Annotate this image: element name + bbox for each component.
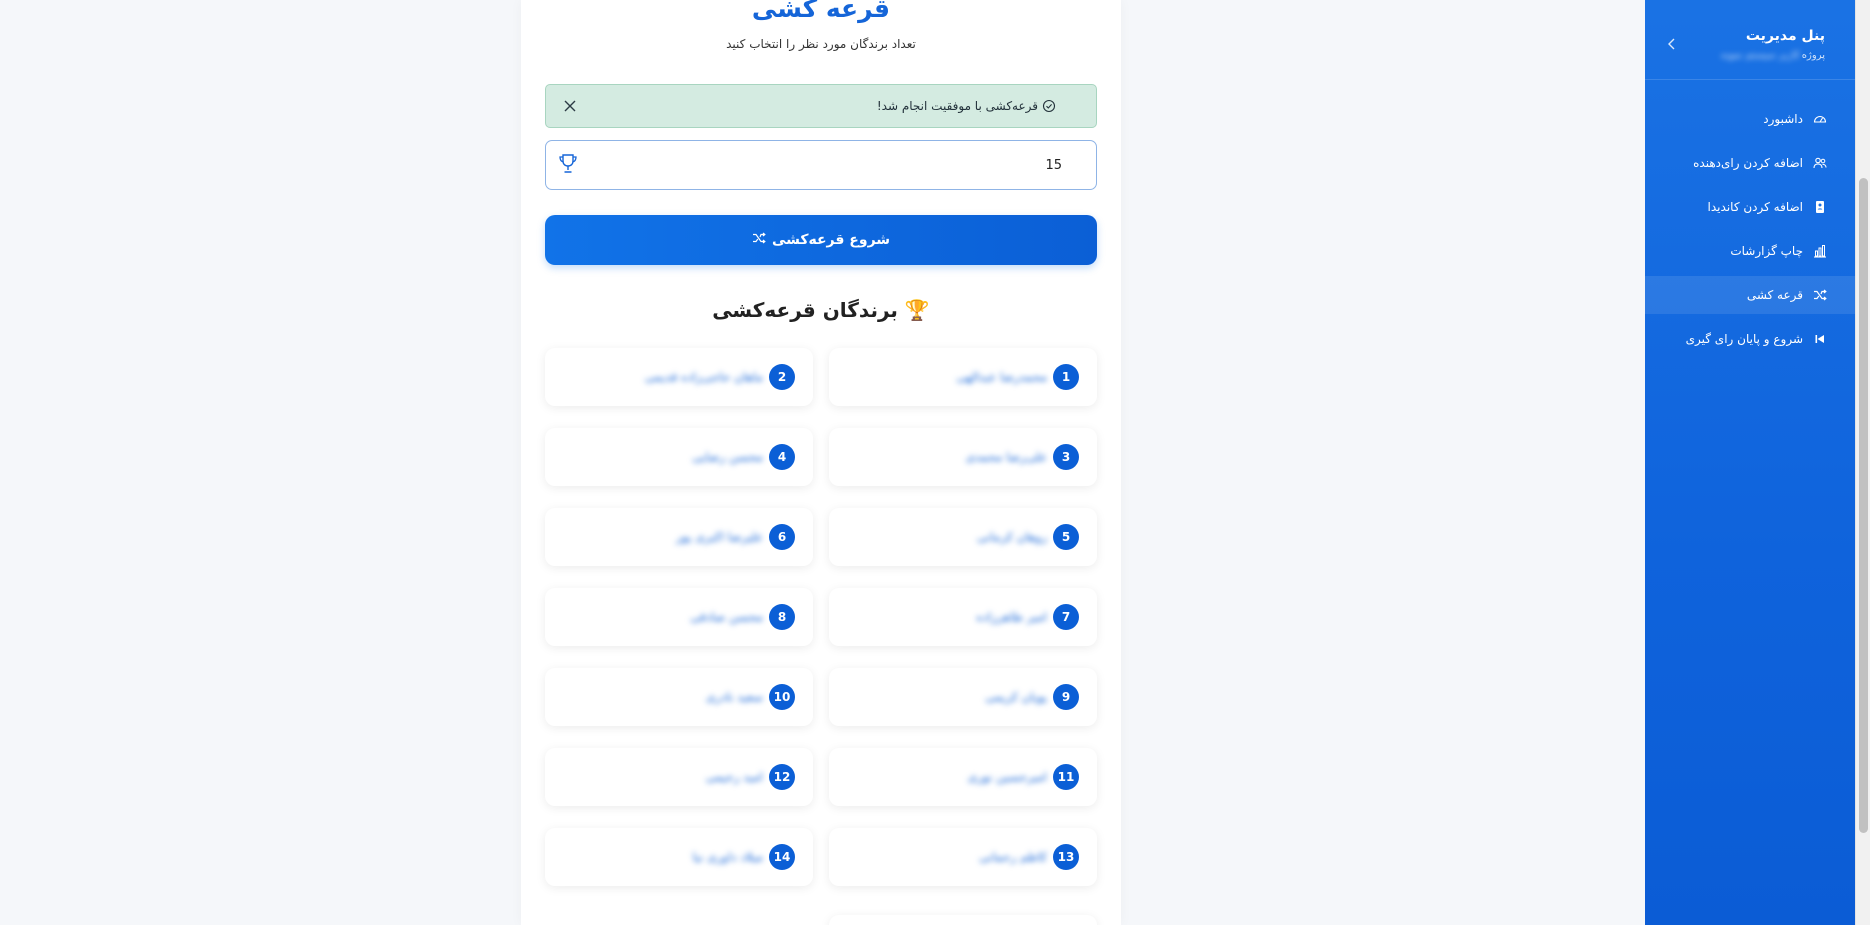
winner-card: 3 علی‌رضا محمدی [829, 428, 1097, 486]
winner-name: امیرحسین نوری [967, 770, 1047, 784]
user-prefix: پروژه [1801, 50, 1825, 61]
winner-card: 4 محسن رضایی [545, 428, 813, 486]
winner-number-badge: 7 [1053, 604, 1079, 630]
sidebar-item-label: چاپ گزارشات [1730, 244, 1803, 258]
winner-number-badge: 6 [769, 524, 795, 550]
winner-card: 1 محمدرضا عبدالهی [829, 348, 1097, 406]
winner-name: پویان کریمی [985, 690, 1047, 704]
person-card-icon [1813, 200, 1827, 214]
winner-number-badge: 2 [769, 364, 795, 390]
winner-number-badge: 10 [769, 684, 795, 710]
winner-name: روهان کرمانی [977, 530, 1047, 544]
page-title: قرعه کشی [751, 0, 891, 23]
sidebar-item-add-voter[interactable]: اضافه کردن رای‌دهنده [1645, 144, 1855, 182]
sidebar-item-label: قرعه کشی [1746, 288, 1803, 302]
sidebar-item-reports[interactable]: چاپ گزارشات [1645, 232, 1855, 270]
winner-name: میلاد داوری نیا [692, 850, 763, 864]
users-icon [1813, 156, 1827, 170]
winner-card: 14 میلاد داوری نیا [545, 828, 813, 886]
winner-name: امید رحیمی [705, 770, 763, 784]
sidebar-item-label: اضافه کردن کاندیدا [1707, 200, 1803, 214]
sidebar-item-label: اضافه کردن رای‌دهنده [1693, 156, 1803, 170]
user-info: پروژه کاربر سیستم نمونه [1721, 50, 1825, 61]
sidebar-item-add-candidate[interactable]: اضافه کردن کاندیدا [1645, 188, 1855, 226]
panel-title: پنل مدیریت [1745, 28, 1825, 44]
check-circle-icon [1042, 99, 1056, 113]
winner-name: علی‌رضا محمدی [965, 450, 1047, 464]
sidebar-item-dashboard[interactable]: داشبورد [1645, 100, 1855, 138]
winner-number-badge: 13 [1053, 844, 1079, 870]
sidebar-item-voting-control[interactable]: شروع و پایان رای گیری [1645, 320, 1855, 358]
winner-card: 2 ماهان حاجی‌زاده قدیمی [545, 348, 813, 406]
winner-card [829, 915, 1097, 925]
winners-count-field [545, 140, 1097, 190]
scrollbar-thumb[interactable] [1859, 178, 1868, 833]
winner-number-badge: 12 [769, 764, 795, 790]
alert-message: قرعه‌کشی با موفقیت انجام شد! [876, 99, 1038, 113]
shuffle-icon [1813, 288, 1827, 302]
winner-card: 13 کاظم رحمانی [829, 828, 1097, 886]
winner-card: 8 محسن صادقی [545, 588, 813, 646]
trophy-icon [558, 153, 578, 175]
start-draw-label: شروع قرعه‌کشی [771, 232, 891, 248]
close-icon[interactable] [560, 96, 580, 116]
winner-name: محسن صادقی [690, 610, 763, 624]
start-draw-button[interactable]: شروع قرعه‌کشی [545, 215, 1097, 265]
scrollbar[interactable] [1855, 0, 1870, 925]
winner-name: سعید نادری [705, 690, 763, 704]
sidebar-item-label: شروع و پایان رای گیری [1685, 332, 1803, 346]
winner-number-badge: 3 [1053, 444, 1079, 470]
winner-number-badge: 11 [1053, 764, 1079, 790]
winner-card: 10 سعید نادری [545, 668, 813, 726]
success-alert: قرعه‌کشی با موفقیت انجام شد! [545, 84, 1097, 128]
winner-number-badge: 5 [1053, 524, 1079, 550]
user-name: کاربر سیستم نمونه [1720, 50, 1800, 61]
winner-card: 5 روهان کرمانی [829, 508, 1097, 566]
winner-card: 7 امیر طاهرزاده [829, 588, 1097, 646]
main-card: قرعه کشی تعداد برندگان مورد نظر را انتخا… [521, 0, 1121, 925]
skip-icon [1813, 332, 1827, 346]
winner-card: 9 پویان کریمی [829, 668, 1097, 726]
winner-card: 11 امیرحسین نوری [829, 748, 1097, 806]
winner-card: 6 علیرضا اکبری پور [545, 508, 813, 566]
sidebar: پنل مدیریت پروژه کاربر سیستم نمونه داشبو… [1645, 0, 1855, 925]
winner-name: ماهان حاجی‌زاده قدیمی [644, 370, 763, 384]
winner-name: امیر طاهرزاده [976, 610, 1047, 624]
winner-card: 12 امید رحیمی [545, 748, 813, 806]
winner-name: کاظم رحمانی [979, 850, 1047, 864]
winner-number-badge: 4 [769, 444, 795, 470]
sidebar-nav: داشبورد اضافه کردن رای‌دهنده اضافه کردن … [1645, 100, 1855, 364]
chevron-left-icon[interactable] [1665, 36, 1679, 52]
winner-number-badge: 14 [769, 844, 795, 870]
sidebar-header: پنل مدیریت پروژه کاربر سیستم نمونه [1645, 0, 1855, 80]
bar-chart-icon [1813, 244, 1827, 258]
sidebar-item-lottery[interactable]: قرعه کشی [1645, 276, 1855, 314]
dashboard-icon [1813, 112, 1827, 126]
winners-grid: 1 محمدرضا عبدالهی 2 ماهان حاجی‌زاده قدیمی 3 ع… [545, 348, 1097, 886]
winner-number-badge: 9 [1053, 684, 1079, 710]
winner-number-badge: 8 [769, 604, 795, 630]
shuffle-icon [752, 231, 766, 249]
sidebar-item-label: داشبورد [1763, 112, 1803, 126]
winner-name: محسن رضایی [692, 450, 763, 464]
winner-name: علیرضا اکبری پور [676, 530, 763, 544]
winners-heading: 🏆 برندگان قرعه‌کشی [712, 298, 930, 322]
winner-name: محمدرضا عبدالهی [956, 370, 1047, 384]
page-subtitle: تعداد برندگان مورد نظر را انتخاب کنید [726, 37, 916, 51]
winner-number-badge: 1 [1053, 364, 1079, 390]
winners-count-input[interactable] [596, 141, 1082, 189]
